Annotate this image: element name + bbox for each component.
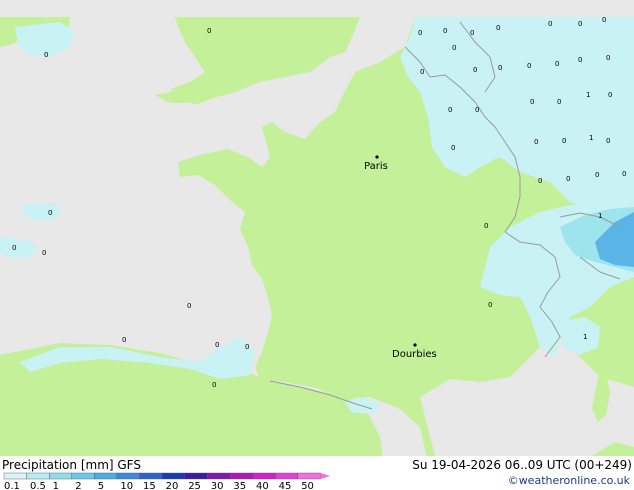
scale-swatch xyxy=(297,472,321,480)
value-label: 0 xyxy=(527,62,531,70)
value-label: 0 xyxy=(12,244,16,252)
precip-color-scale: 0.1 0.5 1 2 5 10 15 20 25 30 35 40 45 50 xyxy=(3,472,331,490)
map-datetime: Su 19-04-2026 06..09 UTC (00+249) xyxy=(412,458,632,472)
scale-swatch xyxy=(139,472,163,480)
value-label: 0 xyxy=(557,98,561,106)
credit-link[interactable]: ©weatheronline.co.uk xyxy=(508,474,630,487)
scale-swatch xyxy=(252,472,276,480)
scale-swatch xyxy=(116,472,140,480)
value-label: 0 xyxy=(187,302,191,310)
scale-label: 25 xyxy=(188,481,201,490)
scale-label: 40 xyxy=(256,481,269,490)
scale-swatch xyxy=(94,472,118,480)
value-label: 0 xyxy=(606,54,610,62)
value-label: 0 xyxy=(473,66,477,74)
value-label: 1 xyxy=(589,134,593,142)
value-label: 0 xyxy=(578,56,582,64)
scale-swatch xyxy=(71,472,95,480)
value-label: 0 xyxy=(488,301,492,309)
city-label: Paris xyxy=(364,161,388,172)
scale-label: 0.5 xyxy=(30,481,46,490)
value-label: 0 xyxy=(470,29,474,37)
scale-swatch xyxy=(161,472,185,480)
value-label: 0 xyxy=(443,27,447,35)
value-label: 0 xyxy=(578,20,582,28)
scale-swatch xyxy=(49,472,73,480)
value-label: 1 xyxy=(598,212,602,220)
city-marker xyxy=(375,155,379,159)
scale-swatch xyxy=(184,472,208,480)
city-marker xyxy=(413,343,417,347)
value-label: 0 xyxy=(44,51,48,59)
value-label: 0 xyxy=(595,171,599,179)
value-label: 0 xyxy=(418,29,422,37)
map-footer: Precipitation [mm] GFS Su 19-04-2026 06.… xyxy=(0,456,634,490)
value-label: 0 xyxy=(622,170,626,178)
scale-label: 50 xyxy=(301,481,314,490)
value-label: 0 xyxy=(606,137,610,145)
value-label: 0 xyxy=(562,137,566,145)
scale-label: 45 xyxy=(279,481,292,490)
value-label: 0 xyxy=(538,177,542,185)
map-title: Precipitation [mm] GFS xyxy=(2,458,141,472)
value-label: 0 xyxy=(451,144,455,152)
value-label: 0 xyxy=(496,24,500,32)
value-label: 0 xyxy=(548,20,552,28)
value-label: 0 xyxy=(212,381,216,389)
value-label: 0 xyxy=(122,336,126,344)
value-label: 0 xyxy=(602,16,606,24)
scale-label: 10 xyxy=(120,481,133,490)
scale-swatch xyxy=(229,472,253,480)
scale-swatch xyxy=(275,472,299,480)
precipitation-map[interactable]: 0 0 0 0 0 0 0 0 0 0 0 0 0 0 0 0 0 0 0 1 … xyxy=(0,0,634,490)
value-label: 0 xyxy=(215,341,219,349)
value-label: 0 xyxy=(420,68,424,76)
value-label: 1 xyxy=(586,91,590,99)
value-label: 0 xyxy=(448,106,452,114)
scale-label: 0.1 xyxy=(4,481,20,490)
scale-label: 20 xyxy=(166,481,179,490)
scale-arrow xyxy=(320,473,331,479)
value-label: 0 xyxy=(484,222,488,230)
scale-swatch xyxy=(207,472,231,480)
value-label: 0 xyxy=(452,44,456,52)
scale-label: 15 xyxy=(143,481,156,490)
scale-swatch xyxy=(26,472,50,480)
value-label: 0 xyxy=(534,138,538,146)
value-label: 0 xyxy=(42,249,46,257)
scale-label: 2 xyxy=(75,481,81,490)
value-label: 0 xyxy=(245,343,249,351)
value-label: 0 xyxy=(48,209,52,217)
scale-label: 5 xyxy=(98,481,104,490)
value-label: 0 xyxy=(498,64,502,72)
value-label: 0 xyxy=(555,60,559,68)
scale-label: 1 xyxy=(53,481,59,490)
scale-label: 35 xyxy=(233,481,246,490)
value-label: 0 xyxy=(475,106,479,114)
value-label: 1 xyxy=(583,333,587,341)
city-label: Dourbies xyxy=(392,349,437,360)
value-label: 0 xyxy=(608,91,612,99)
scale-label: 30 xyxy=(211,481,224,490)
scale-swatch xyxy=(3,472,27,480)
value-label: 0 xyxy=(566,175,570,183)
value-label: 0 xyxy=(530,98,534,106)
value-label: 0 xyxy=(207,27,211,35)
